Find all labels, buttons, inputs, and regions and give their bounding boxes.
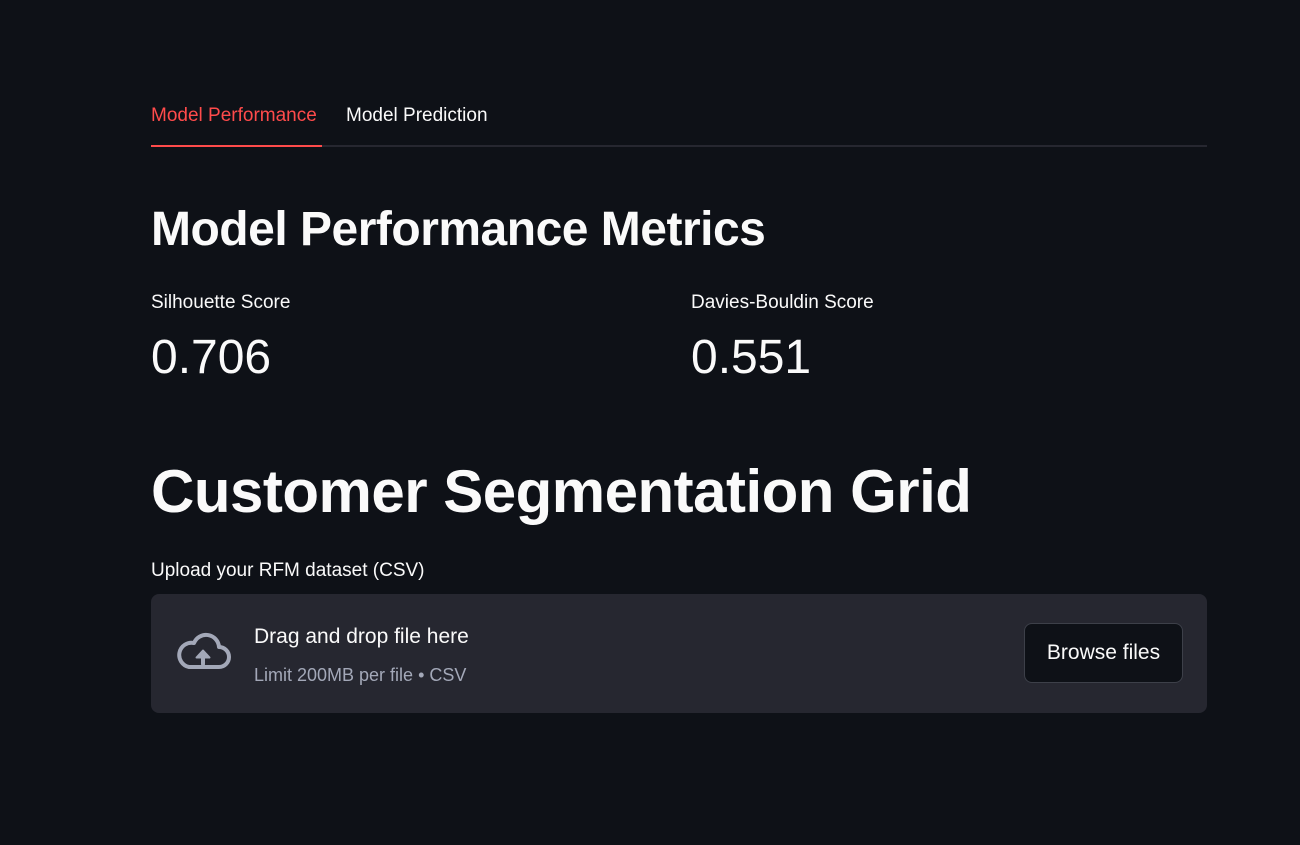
dropzone-limit-text: Limit 200MB per file • CSV [254,665,467,685]
segmentation-heading: Customer Segmentation Grid [151,458,972,525]
metric-label: Silhouette Score [151,292,291,313]
active-tab-indicator [151,145,322,147]
file-dropzone[interactable]: Drag and drop file here Limit 200MB per … [151,594,1207,713]
tab-model-performance[interactable]: Model Performance [151,104,317,128]
metric-value: 0.706 [151,331,272,384]
file-uploader-label: Upload your RFM dataset (CSV) [151,560,425,581]
cloud-upload-icon [177,632,231,669]
browse-files-button[interactable]: Browse files [1024,623,1183,683]
metric-label: Davies-Bouldin Score [691,292,874,313]
tab-model-prediction[interactable]: Model Prediction [346,104,488,128]
metrics-heading: Model Performance Metrics [151,203,766,256]
silhouette-metric: Silhouette Score 0.706 [151,290,651,386]
davies-bouldin-metric: Davies-Bouldin Score 0.551 [691,290,1191,386]
tab-bar: Model Performance Model Prediction [151,96,1207,148]
dropzone-title: Drag and drop file here [254,625,469,648]
metric-value: 0.551 [691,331,812,384]
